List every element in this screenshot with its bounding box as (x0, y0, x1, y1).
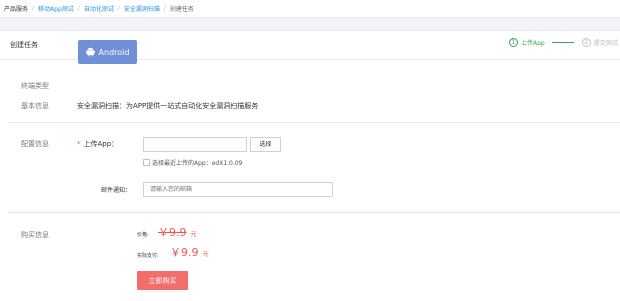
step-2-label: 提交测试 (593, 40, 618, 47)
breadcrumb-link-mobile-app-testing[interactable]: 移动App测试 (38, 4, 74, 13)
email-notify-label: 邮件通知： (101, 187, 132, 194)
actual-pay-label: 实际支付: (137, 253, 159, 259)
required-asterisk: * (77, 140, 81, 148)
android-terminal-button[interactable]: Android (78, 40, 137, 64)
email-input[interactable] (143, 182, 333, 197)
breadcrumb-separator: / (77, 5, 80, 12)
price-unit: 元 (190, 231, 197, 238)
recent-app-checkbox[interactable] (143, 159, 150, 166)
terminal-type-label: 终端类型 (21, 82, 49, 90)
breadcrumb-separator: / (32, 5, 35, 12)
breadcrumb-separator: / (117, 5, 120, 12)
page-title: 创建任务 (10, 41, 38, 49)
breadcrumb-item-products: 产品服务 (4, 6, 29, 13)
purchase-info-label: 购买信息 (21, 231, 49, 239)
basic-info-label: 基本信息 (21, 102, 49, 110)
original-price-value: ￥9.9 (158, 226, 187, 239)
android-button-label: Android (98, 47, 130, 57)
android-icon (85, 47, 95, 57)
upload-app-input[interactable] (143, 137, 247, 152)
recent-app-label: 选择最近上传的App：edX1.0.09 (152, 160, 243, 167)
actual-price: ￥9.9 元 (170, 244, 209, 260)
service-description: 安全漏洞扫描：为APP提供一站式自动化安全漏洞扫描服务 (77, 102, 259, 110)
actual-price-unit: 元 (202, 251, 209, 258)
step-1-label: 上传App (521, 40, 545, 47)
step-1-circle: 1 (509, 38, 518, 47)
section-divider (8, 212, 620, 213)
breadcrumb-separator: / (163, 5, 166, 12)
step-connector (551, 42, 574, 43)
price-label: 价格: (137, 232, 149, 238)
upload-app-label: * 上传App： (77, 140, 119, 148)
original-price: ￥9.9 元 (158, 224, 197, 240)
breadcrumb-current: 创建任务 (169, 6, 194, 13)
breadcrumb: 产品服务 / 移动App测试 / 自动化测试 / 安全漏洞扫描 / 创建任务 (0, 0, 620, 18)
select-file-button[interactable]: 选择 (250, 137, 281, 152)
create-task-card: 创建任务 1 上传App 2 提交测试 (0, 30, 620, 301)
config-info-label: 配置信息 (21, 140, 49, 148)
actual-price-value: ￥9.9 (170, 246, 199, 259)
buy-now-button[interactable]: 立即购买 (137, 271, 188, 290)
section-divider (8, 122, 620, 123)
step-indicator: 1 上传App 2 提交测试 (509, 38, 618, 47)
step-2-circle: 2 (581, 38, 591, 47)
breadcrumb-link-security-scan[interactable]: 安全漏洞扫描 (124, 4, 160, 13)
breadcrumb-link-automation-testing[interactable]: 自动化测试 (84, 4, 114, 13)
